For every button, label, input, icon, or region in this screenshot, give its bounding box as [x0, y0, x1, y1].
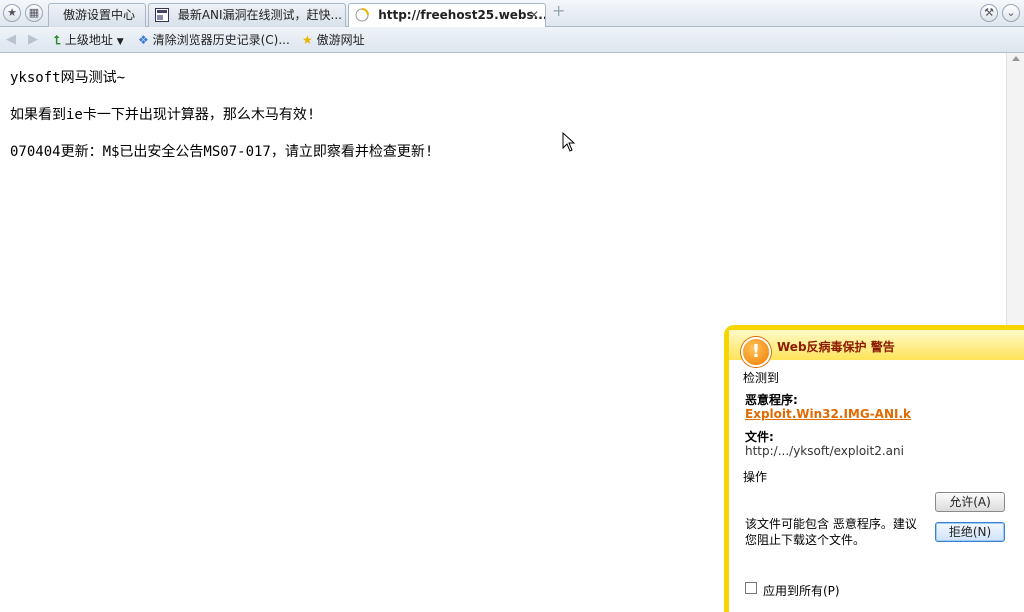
close-tab-icon[interactable]: ✕: [529, 4, 539, 26]
up-arrow-icon: ⮤: [54, 33, 62, 47]
clear-history-icon: ❖: [138, 33, 149, 47]
tab-list-icon[interactable]: ▦: [25, 4, 43, 22]
allow-button[interactable]: 允许(A): [935, 492, 1005, 512]
dropdown-arrow-icon[interactable]: ▼: [117, 37, 124, 47]
apply-to-all-checkbox[interactable]: [745, 582, 757, 594]
mouse-cursor-icon: [562, 132, 576, 152]
loading-page-icon: [355, 8, 369, 22]
new-tab-icon[interactable]: +: [552, 3, 568, 19]
page-icon: [155, 8, 169, 22]
malware-label: 恶意程序:: [745, 393, 798, 407]
warning-description: 该文件可能包含 恶意程序。建议您阻止下载这个文件。: [745, 517, 917, 547]
popup-title: Web反病毒保护 警告: [777, 340, 895, 354]
navigation-toolbar: ◀ ▶ ⮤ 上级地址 ▼ ❖ 清除浏览器历史记录(C)... ★ 傲游网址: [0, 27, 1024, 53]
action-label: 操作: [743, 470, 768, 484]
tab-label: 傲游设置中心: [63, 8, 136, 22]
detected-label: 检测到: [743, 371, 780, 385]
tab-settings-center[interactable]: 傲游设置中心: [48, 3, 146, 27]
tools-wrench-icon[interactable]: ⚒: [980, 4, 998, 22]
tab-freehost-active[interactable]: http://freehost25.webs... ✕: [348, 3, 546, 28]
file-label: 文件:: [745, 430, 774, 444]
tab-label: http://freehost25.webs...: [378, 8, 546, 22]
up-level-button[interactable]: ⮤ 上级地址 ▼: [54, 27, 124, 53]
up-level-label: 上级地址: [64, 33, 113, 47]
apply-to-all-label[interactable]: 应用到所有(P): [763, 582, 840, 599]
tab-label: 最新ANI漏洞在线测试，赶快...: [177, 8, 342, 22]
favorite-star-icon: ★: [302, 33, 313, 47]
page-text-line: 如果看到ie卡一下并出现计算器，那么木马有效!: [10, 107, 316, 123]
deny-button[interactable]: 拒绝(N): [935, 522, 1005, 542]
back-arrow-icon[interactable]: ◀: [6, 27, 16, 53]
malware-name-link[interactable]: Exploit.Win32.IMG-ANI.k: [745, 407, 911, 421]
maxthon-sites-label: 傲游网址: [316, 33, 365, 47]
page-heading: yksoft网马测试~: [10, 70, 126, 86]
favorites-star-icon[interactable]: ★: [3, 4, 21, 22]
menu-chevron-down-icon[interactable]: ⌄: [1002, 4, 1020, 22]
tab-ani-test[interactable]: 最新ANI漏洞在线测试，赶快...: [148, 3, 346, 27]
antivirus-warning-popup: ! Web反病毒保护 警告 检测到 恶意程序: Exploit.Win32.IM…: [724, 325, 1024, 612]
forward-arrow-icon[interactable]: ▶: [28, 27, 38, 53]
warning-exclamation-icon: !: [741, 337, 771, 367]
scroll-up-arrow-icon[interactable]: [1012, 56, 1020, 61]
page-update-line: 070404更新：M$已出安全公告MS07-017，请立即察看并检查更新!: [10, 144, 434, 160]
clear-history-label: 清除浏览器历史记录(C)...: [152, 33, 290, 47]
clear-history-button[interactable]: ❖ 清除浏览器历史记录(C)...: [138, 27, 290, 53]
tab-bar: ★ ▦ 傲游设置中心 最新ANI漏洞在线测试，赶快... http://free…: [0, 0, 1024, 28]
file-path: http:/.../yksoft/exploit2.ani: [745, 444, 904, 458]
maxthon-sites-button[interactable]: ★ 傲游网址: [302, 27, 365, 53]
